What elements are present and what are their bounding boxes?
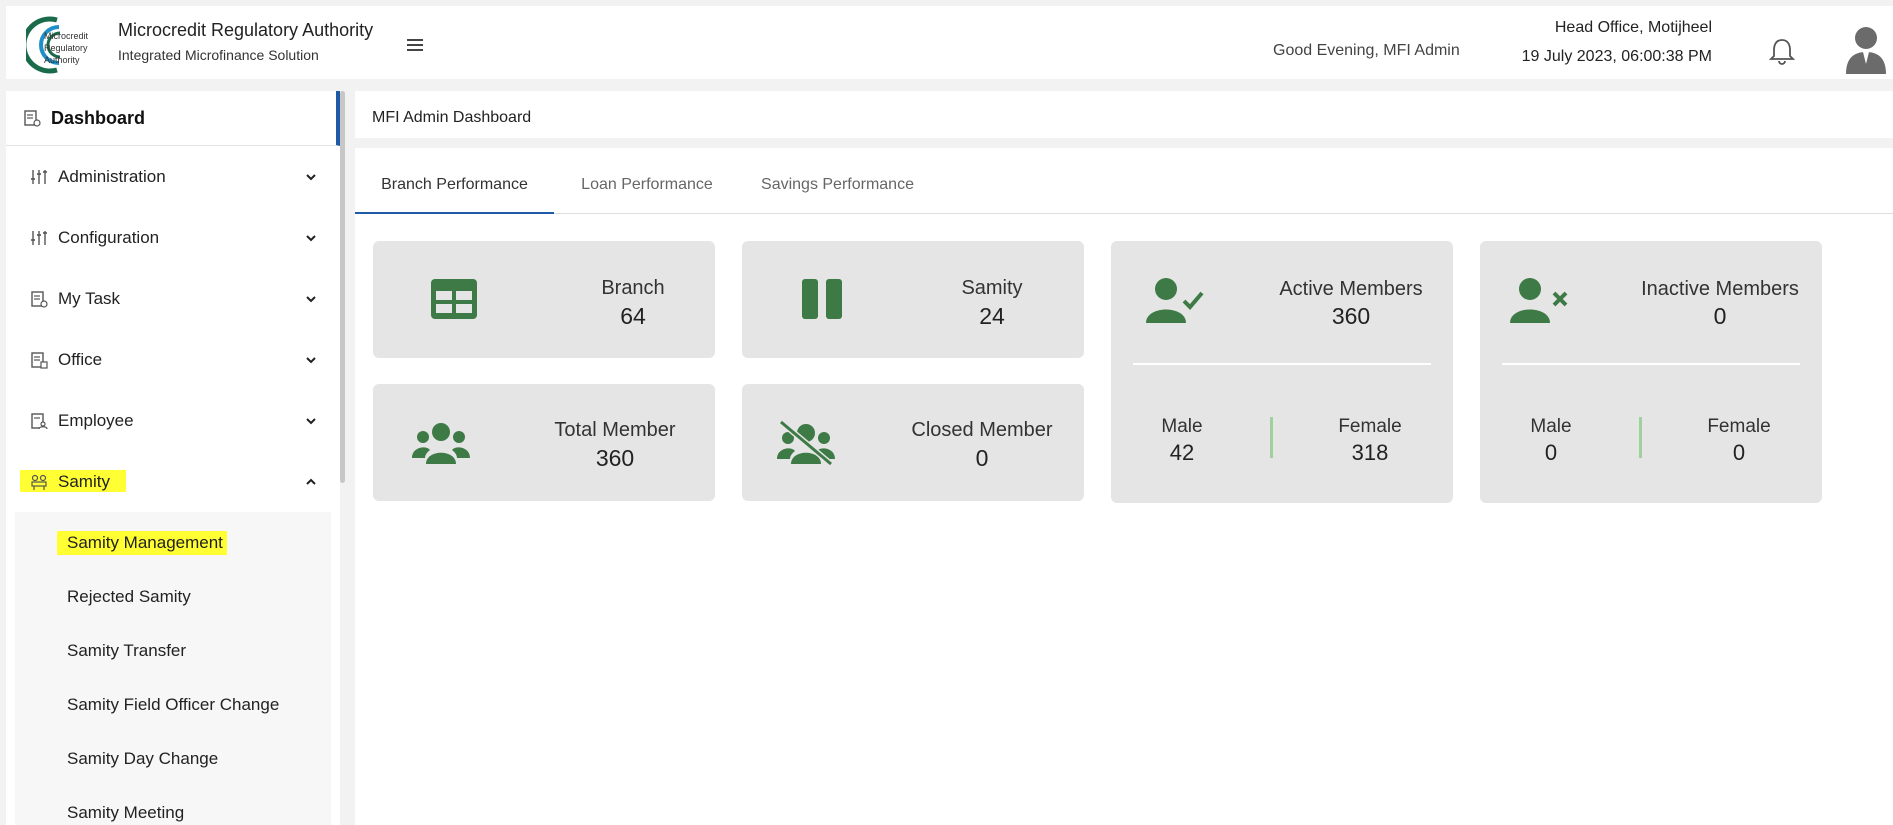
card-value: 64 bbox=[620, 303, 646, 329]
sidebar: Dashboard Administration Configuration M… bbox=[6, 91, 340, 825]
submenu-item-label: Samity Day Change bbox=[67, 749, 219, 768]
sidebar-item-label: Administration bbox=[58, 166, 166, 186]
submenu-item-samity-management[interactable]: Samity Management bbox=[15, 516, 331, 570]
card-label: Inactive Members bbox=[1641, 278, 1799, 300]
performance-tabs: Branch Performance Loan Performance Savi… bbox=[355, 158, 1893, 214]
inactive-members-card: Inactive Members 0 Male 0 Female 0 bbox=[1480, 241, 1822, 503]
sidebar-item-label: Employee bbox=[58, 410, 134, 430]
hamburger-icon[interactable] bbox=[404, 36, 426, 54]
card-label: Samity bbox=[961, 277, 1023, 299]
sliders-icon bbox=[31, 169, 47, 184]
chevron-down-icon bbox=[306, 356, 316, 363]
users-icon bbox=[412, 423, 470, 464]
card-label: Active Members bbox=[1279, 278, 1423, 300]
tab-loan-performance[interactable]: Loan Performance bbox=[554, 158, 740, 214]
card-divider bbox=[1502, 363, 1800, 365]
branch-card: Branch 64 bbox=[373, 241, 715, 358]
tab-branch-performance[interactable]: Branch Performance bbox=[355, 158, 554, 214]
chevron-down-icon bbox=[306, 295, 316, 302]
male-label: Male bbox=[1161, 416, 1203, 437]
gender-separator bbox=[1270, 417, 1273, 458]
submenu-item-field-officer-change[interactable]: Samity Field Officer Change bbox=[15, 678, 331, 732]
users-slash-icon bbox=[777, 420, 835, 466]
user-check-icon bbox=[1146, 278, 1204, 323]
chevron-up-icon bbox=[306, 478, 316, 485]
samity-card: Samity 24 bbox=[742, 241, 1084, 358]
current-datetime: 19 July 2023, 06:00:38 PM bbox=[1521, 48, 1712, 65]
submenu-item-label: Samity Meeting bbox=[67, 803, 185, 822]
samity-submenu: Samity Management Rejected Samity Samity… bbox=[15, 512, 331, 825]
top-header: Microcredit Regulatory Authority Microcr… bbox=[6, 6, 1893, 79]
sidebar-item-label: Configuration bbox=[58, 227, 160, 247]
sidebar-item-administration[interactable]: Administration bbox=[6, 146, 340, 207]
submenu-item-label: Rejected Samity bbox=[67, 587, 191, 606]
male-count: 0 bbox=[1544, 440, 1558, 465]
chevron-down-icon bbox=[306, 173, 316, 180]
gender-separator bbox=[1639, 417, 1642, 458]
female-count: 318 bbox=[1351, 440, 1389, 465]
user-x-icon bbox=[1510, 278, 1568, 323]
female-count: 0 bbox=[1732, 440, 1746, 465]
page-title: MFI Admin Dashboard bbox=[372, 109, 532, 126]
submenu-item-samity-meeting[interactable]: Samity Meeting bbox=[15, 786, 331, 825]
page-title-bar: MFI Admin Dashboard bbox=[355, 91, 1893, 148]
user-avatar-icon[interactable] bbox=[1844, 24, 1888, 74]
pause-icon bbox=[802, 279, 842, 319]
submenu-item-samity-transfer[interactable]: Samity Transfer bbox=[15, 624, 331, 678]
submenu-item-label: Samity Transfer bbox=[67, 641, 187, 660]
chevron-down-icon bbox=[306, 234, 316, 241]
submenu-item-samity-day-change[interactable]: Samity Day Change bbox=[15, 732, 331, 786]
chevron-down-icon bbox=[306, 417, 316, 424]
tab-savings-performance[interactable]: Savings Performance bbox=[740, 158, 935, 214]
total-member-card: Total Member 360 bbox=[373, 384, 715, 501]
greeting-text: Good Evening, MFI Admin bbox=[1273, 42, 1460, 59]
sidebar-item-configuration[interactable]: Configuration bbox=[6, 207, 340, 268]
sidebar-item-label: Office bbox=[58, 349, 103, 369]
closed-member-card: Closed Member 0 bbox=[742, 384, 1084, 501]
submenu-item-label: Samity Management bbox=[57, 531, 227, 555]
sidebar-item-office[interactable]: Office bbox=[6, 329, 340, 390]
active-members-card: Active Members 360 Male 42 Female 318 bbox=[1111, 241, 1453, 503]
table-icon bbox=[431, 279, 477, 319]
sidebar-item-label: Dashboard bbox=[51, 107, 146, 128]
card-value: 360 bbox=[595, 445, 635, 471]
dashboard-icon bbox=[24, 110, 41, 127]
card-label: Branch bbox=[601, 277, 665, 299]
card-value: 0 bbox=[1713, 303, 1727, 329]
sidebar-item-dashboard[interactable]: Dashboard bbox=[6, 91, 340, 146]
card-value: 24 bbox=[979, 303, 1005, 329]
male-label: Male bbox=[1530, 416, 1572, 437]
logo-text: Microcredit Regulatory Authority bbox=[44, 31, 89, 65]
card-label: Closed Member bbox=[911, 419, 1053, 441]
task-doc-icon bbox=[31, 290, 48, 308]
sidebar-item-samity[interactable]: Samity bbox=[6, 451, 340, 512]
group-icon bbox=[31, 474, 47, 490]
sidebar-item-my-task[interactable]: My Task bbox=[6, 268, 340, 329]
sidebar-item-label: My Task bbox=[58, 288, 121, 308]
card-label: Total Member bbox=[554, 419, 676, 441]
app-subtitle: Integrated Microfinance Solution bbox=[118, 47, 319, 63]
office-name: Head Office, Motijheel bbox=[1554, 19, 1712, 36]
male-count: 42 bbox=[1169, 440, 1195, 465]
submenu-item-rejected-samity[interactable]: Rejected Samity bbox=[15, 570, 331, 624]
office-doc-icon bbox=[31, 351, 48, 369]
card-divider bbox=[1133, 363, 1431, 365]
sliders-icon bbox=[31, 230, 47, 245]
card-value: 360 bbox=[1331, 303, 1371, 329]
female-label: Female bbox=[1338, 416, 1402, 437]
sidebar-scrollbar[interactable] bbox=[340, 91, 345, 483]
sidebar-item-label: Samity bbox=[58, 471, 110, 491]
female-label: Female bbox=[1707, 416, 1771, 437]
submenu-item-label: Samity Field Officer Change bbox=[67, 695, 280, 714]
sidebar-item-employee[interactable]: Employee bbox=[6, 390, 340, 451]
app-title: Microcredit Regulatory Authority bbox=[118, 20, 374, 40]
card-value: 0 bbox=[975, 445, 989, 471]
employee-doc-icon bbox=[31, 412, 48, 429]
bell-icon[interactable] bbox=[1768, 36, 1796, 66]
